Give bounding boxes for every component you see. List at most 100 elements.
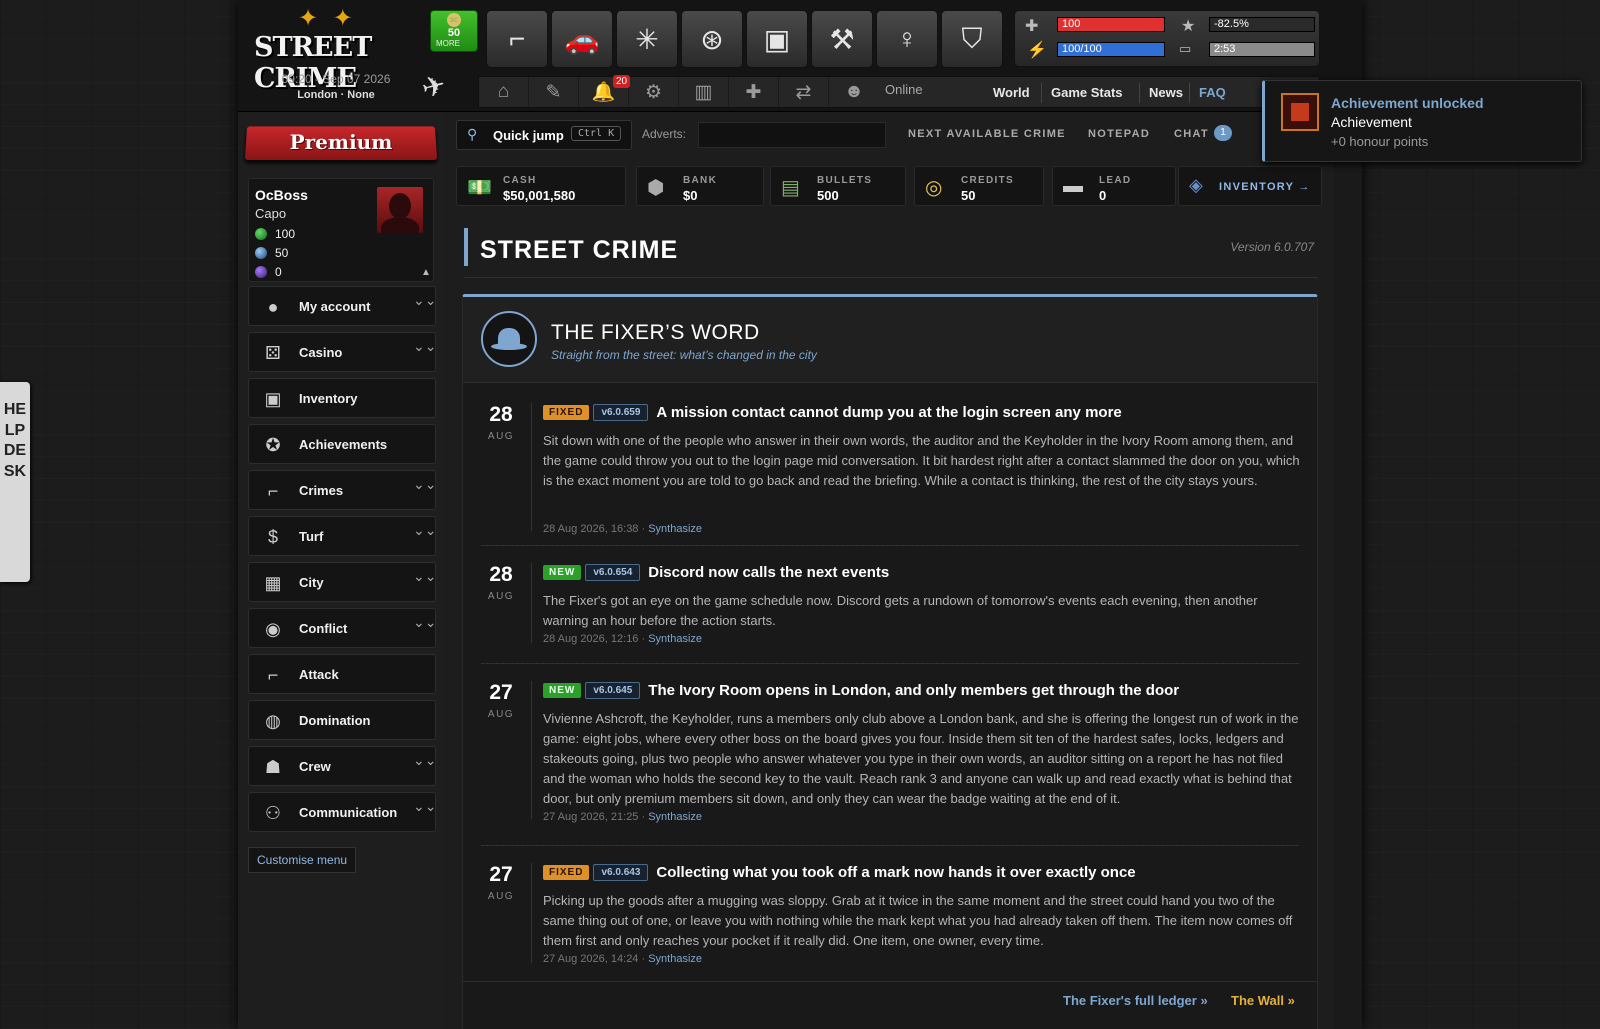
crime-shortcut-button[interactable]: ⊛: [681, 10, 743, 68]
crime-shortcut-button[interactable]: ▣: [746, 10, 808, 68]
page-header: STREET CRIME Version 6.0.707: [464, 228, 1318, 278]
entry-author-link[interactable]: Synthasize: [648, 523, 702, 535]
people-icon: ⚇: [264, 802, 282, 823]
online-users-icon[interactable]: ☻: [829, 77, 879, 107]
sidebar-item-attack[interactable]: ⌐ Attack: [248, 654, 436, 694]
collapse-triangle-icon[interactable]: ▲: [421, 267, 431, 278]
entry-version-badge: v6.0.654: [585, 564, 641, 581]
inventory-icon: ◈: [1189, 175, 1203, 195]
edit-icon[interactable]: ✎: [529, 77, 579, 107]
health-value: 100: [1062, 18, 1081, 30]
chevron-down-icon[interactable]: ⌄⌄: [413, 523, 436, 537]
sidebar-item-communication[interactable]: ⚇ Communication ⌄⌄: [248, 792, 436, 832]
entry-author-link[interactable]: Synthasize: [648, 633, 702, 645]
chevron-down-icon[interactable]: ⌄⌄: [413, 615, 436, 629]
pole-dancer-icon: ♀: [896, 23, 918, 54]
entry-author-link[interactable]: Synthasize: [648, 953, 702, 965]
inventory-link-label: INVENTORY →: [1219, 181, 1311, 193]
sidebar-item-conflict[interactable]: ◉ Conflict ⌄⌄: [248, 608, 436, 648]
crime-shortcut-button[interactable]: ♀: [876, 10, 938, 68]
fedora-hat-icon: [481, 311, 537, 367]
adverts-input[interactable]: [698, 122, 886, 148]
timeline-divider: [531, 863, 532, 963]
currency-credits[interactable]: ◎ CREDITS 50: [914, 166, 1044, 206]
version-label: Version 6.0.707: [1230, 240, 1314, 254]
customise-menu-button[interactable]: Customise menu: [248, 847, 357, 873]
helpdesk-tab[interactable]: HELPDESK: [0, 382, 30, 582]
premium-banner[interactable]: Premium: [244, 118, 438, 168]
sidebar-item-casino[interactable]: ⚄ Casino ⌄⌄: [248, 332, 436, 372]
currency-cash[interactable]: 💵 CASH $50,001,580: [456, 166, 626, 206]
logo[interactable]: ✦ ✦ STREET CRIME: [248, 4, 424, 94]
next-available-crime-link[interactable]: NEXT AVAILABLE CRIME: [908, 128, 1066, 140]
battery-icon: ▭: [1179, 41, 1192, 56]
toast-points: +0 honour points: [1331, 134, 1429, 149]
toast-title: Achievement unlocked: [1331, 95, 1484, 111]
chevron-down-icon[interactable]: ⌄⌄: [413, 293, 436, 307]
nav-game-stats[interactable]: Game Stats: [1051, 85, 1123, 100]
nav-news[interactable]: News: [1149, 85, 1183, 100]
entry-author-link[interactable]: Synthasize: [648, 811, 702, 823]
sidebar-item-my-account[interactable]: ● My account ⌄⌄: [248, 286, 436, 326]
sidebar-item-turf[interactable]: $ Turf ⌄⌄: [248, 516, 436, 556]
the-wall-link[interactable]: The Wall »: [1231, 993, 1295, 1008]
online-label[interactable]: Online: [885, 82, 923, 97]
profile-stat-blue: 50: [255, 246, 288, 260]
currency-value: 500: [817, 188, 839, 203]
main-content: ⚲ Quick jump Ctrl K Adverts: NEXT AVAILA…: [444, 112, 1334, 1029]
film-icon[interactable]: ▥: [679, 77, 729, 107]
entry-month: AUG: [487, 431, 515, 442]
chat-link[interactable]: CHAT: [1174, 128, 1209, 140]
entry-header: FIXED v6.0.643 Collecting what you took of…: [543, 864, 1136, 882]
hideout-icon[interactable]: ⌂: [479, 77, 529, 107]
crime-shortcut-button[interactable]: ⌐: [486, 10, 548, 68]
entry-version-badge: v6.0.645: [585, 682, 641, 699]
profile-card: OcBoss Capo 100 50 0 ▲: [248, 178, 434, 282]
plus-icon[interactable]: ✚: [729, 77, 779, 107]
sidebar-item-achievements[interactable]: ✪ Achievements: [248, 424, 436, 464]
sidebar-item-label: Communication: [299, 805, 398, 820]
crime-shortcut-button[interactable]: ⚒: [811, 10, 873, 68]
entry-meta: 28 Aug 2026, 16:38 · Synthasize: [543, 523, 702, 535]
fixers-word-card: THE FIXER’S WORD Straight from the stree…: [462, 294, 1318, 1029]
chevron-down-icon[interactable]: ⌄⌄: [413, 753, 436, 767]
settings-gear-icon[interactable]: ⚙: [629, 77, 679, 107]
crime-shortcut-button[interactable]: ✳: [616, 10, 678, 68]
more-credits-button[interactable]: sc 50 MORE: [430, 10, 478, 52]
chevron-down-icon[interactable]: ⌄⌄: [413, 477, 436, 491]
sidebar-item-label: Crimes: [299, 483, 344, 498]
sidebar-item-domination[interactable]: ◍ Domination: [248, 700, 436, 740]
avatar[interactable]: [377, 187, 423, 233]
player-name[interactable]: OcBoss: [255, 187, 308, 203]
currency-lead[interactable]: ▬ LEAD 0: [1052, 166, 1176, 206]
chevron-down-icon[interactable]: ⌄⌄: [413, 799, 436, 813]
crime-shortcut-button[interactable]: ⛉: [941, 10, 1003, 68]
star-icon: ★: [1181, 18, 1196, 35]
sidebar-item-crimes[interactable]: ⌐ Crimes ⌄⌄: [248, 470, 436, 510]
notepad-link[interactable]: NOTEPAD: [1088, 128, 1150, 140]
achievement-badge-icon: [1281, 93, 1319, 131]
fixers-word-subtitle: Straight from the street: what’s changed…: [551, 348, 817, 362]
achievement-toast[interactable]: Achievement unlocked Achievement +0 hono…: [1262, 80, 1582, 162]
nav-divider: [1139, 83, 1140, 103]
nav-faq[interactable]: FAQ: [1199, 85, 1226, 100]
sidebar-item-label: Domination: [299, 713, 371, 728]
currency-bank[interactable]: ⬢ BANK $0: [636, 166, 764, 206]
chevron-down-icon[interactable]: ⌄⌄: [413, 569, 436, 583]
swap-arrows-icon[interactable]: ⇄: [779, 77, 829, 107]
sidebar-item-city[interactable]: ▦ City ⌄⌄: [248, 562, 436, 602]
pistol-icon: ⌐: [267, 664, 279, 685]
crime-shortcut-button[interactable]: 🚗: [551, 10, 613, 68]
entry-header: NEW v6.0.645 The Ivory Room opens in Londo…: [543, 682, 1179, 700]
energy-value: 100/100: [1062, 43, 1102, 55]
nav-divider: [1189, 83, 1190, 103]
sidebar-item-inventory[interactable]: ▣ Inventory: [248, 378, 436, 418]
entry-tag-badge: FIXED: [543, 405, 590, 420]
nav-world[interactable]: World: [993, 85, 1030, 100]
currency-bullets[interactable]: ▤ BULLETS 500: [770, 166, 906, 206]
full-ledger-link[interactable]: The Fixer's full ledger »: [1063, 993, 1208, 1008]
chevron-down-icon[interactable]: ⌄⌄: [413, 339, 436, 353]
inventory-link[interactable]: ◈ INVENTORY →: [1178, 166, 1322, 206]
quick-jump-button[interactable]: ⚲ Quick jump Ctrl K: [456, 120, 632, 150]
sidebar-item-crew[interactable]: ☗ Crew ⌄⌄: [248, 746, 436, 786]
